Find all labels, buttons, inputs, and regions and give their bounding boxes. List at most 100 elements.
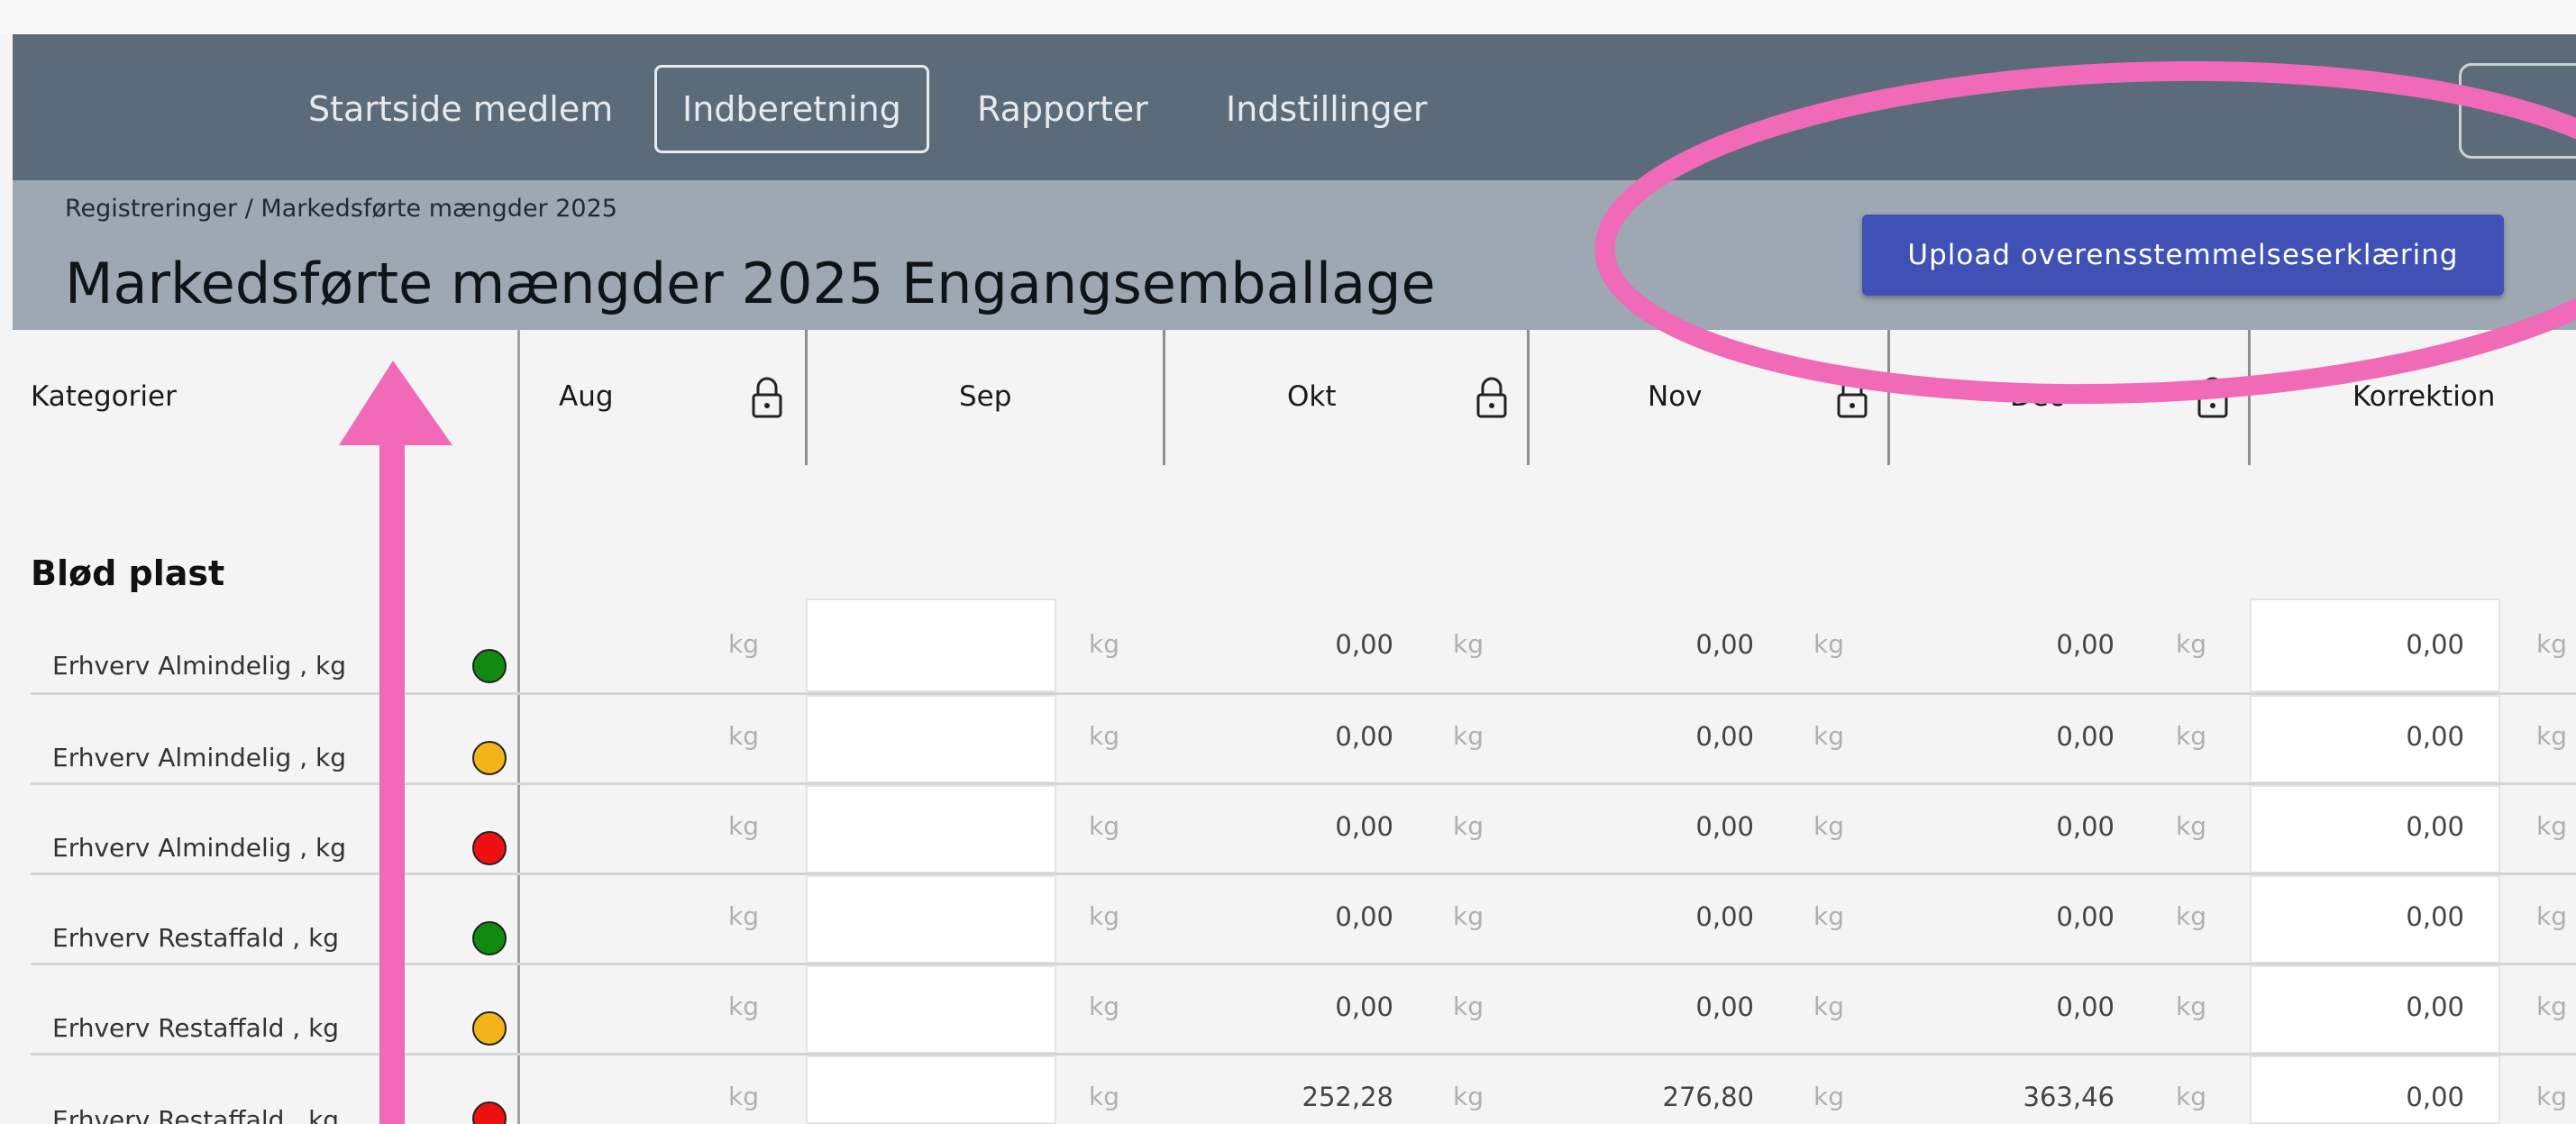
unit-label: kg [2176,811,2206,841]
unit-label: kg [1453,721,1484,751]
unit-label: kg [1453,991,1484,1021]
unit-label: kg [1813,901,1844,931]
sep-input[interactable] [806,965,1056,1054]
unit-label: kg [1813,721,1844,751]
unit-label: kg [1813,811,1844,841]
unit-label: kg [1813,991,1844,1021]
unit-label: kg [728,1082,759,1111]
dec-value: 0,00 [2056,991,2115,1022]
unit-label: kg [1089,721,1119,751]
unit-label: kg [1089,629,1119,659]
breadcrumb[interactable]: Registreringer / Markedsførte mængder 20… [65,195,617,223]
header-sep: Sep [959,380,1012,413]
status-green-icon [472,921,507,955]
unit-label: kg [1089,1082,1119,1111]
okt-value: 252,28 [1302,1082,1393,1112]
dec-value: 0,00 [2056,721,2115,752]
unit-label: kg [2176,991,2206,1021]
column-divider [1887,330,1890,465]
column-divider [2248,330,2251,465]
unit-label: kg [2176,629,2206,659]
sep-input[interactable] [806,875,1056,964]
nov-value: 0,00 [1695,901,1754,932]
sep-input[interactable] [806,599,1056,692]
row-divider [31,963,2576,965]
dec-value: 0,00 [2056,901,2115,932]
nav-account-button[interactable] [2459,63,2576,159]
okt-value: 0,00 [1335,901,1393,932]
status-yellow-icon [472,1011,507,1046]
column-divider [805,330,808,465]
okt-value: 0,00 [1335,991,1393,1022]
sep-input[interactable] [806,695,1056,783]
nav-indstillinger[interactable]: Indstillinger [1226,65,1428,153]
row-divider [31,692,2576,695]
unit-label: kg [2536,901,2567,931]
unit-label: kg [1453,1082,1484,1111]
top-strip [0,0,2576,34]
sep-input[interactable] [806,1055,1056,1124]
unit-label: kg [2536,991,2567,1021]
unit-label: kg [2536,721,2567,751]
status-red-icon [472,831,507,865]
okt-value: 0,00 [1335,721,1393,752]
sep-input[interactable] [806,785,1056,873]
row-divider [31,873,2576,875]
lock-icon [752,377,782,418]
dec-value: 363,46 [2023,1082,2115,1112]
dec-value: 0,00 [2056,811,2115,842]
unit-label: kg [1453,901,1484,931]
upload-declaration-button[interactable]: Upload overensstemmelseserklæring [1862,215,2504,296]
korrektion-value: 0,00 [2406,1082,2464,1112]
page-title: Markedsførte mængder 2025 Engangsemballa… [65,251,1436,316]
unit-label: kg [2176,721,2206,751]
status-green-icon [472,649,507,683]
unit-label: kg [728,991,759,1021]
unit-label: kg [1089,901,1119,931]
header-kategorier: Kategorier [31,380,177,413]
unit-label: kg [2536,1082,2567,1111]
unit-label: kg [1089,991,1119,1021]
unit-label: kg [1813,1082,1844,1111]
okt-value: 0,00 [1335,629,1393,660]
unit-label: kg [1089,811,1119,841]
header-korrektion: Korrektion [2352,380,2496,413]
nov-value: 0,00 [1695,811,1754,842]
unit-label: kg [728,629,759,659]
unit-label: kg [1813,629,1844,659]
header-okt: Okt [1287,380,1337,413]
header-aug: Aug [559,380,614,413]
row-label: Erhverv Almindelig , kg [52,833,346,863]
header-dec: Dec [2010,380,2064,413]
nav-indberetning[interactable]: Indberetning [654,65,929,153]
row-label: Erhverv Restaffald , kg [52,923,340,953]
nov-value: 0,00 [1695,991,1754,1022]
unit-label: kg [1453,811,1484,841]
row-divider [31,782,2576,785]
unit-label: kg [2536,811,2567,841]
header-nov: Nov [1648,380,1703,413]
nov-value: 276,80 [1662,1082,1754,1112]
lock-icon [1837,377,1868,418]
unit-label: kg [728,811,759,841]
korrektion-value: 0,00 [2406,811,2464,842]
column-divider [517,330,520,1124]
row-divider [31,1053,2576,1055]
row-label: Erhverv Almindelig , kg [52,743,346,772]
unit-label: kg [728,901,759,931]
row-label: Erhverv Almindelig , kg [52,651,346,681]
korrektion-value: 0,00 [2406,991,2464,1022]
section-heading: Blød plast [31,553,225,593]
unit-label: kg [2176,901,2206,931]
status-yellow-icon [472,741,507,775]
nav-startside-medlem[interactable]: Startside medlem [308,65,613,153]
nov-value: 0,00 [1695,721,1754,752]
unit-label: kg [2536,629,2567,659]
korrektion-value: 0,00 [2406,721,2464,752]
nav-rapporter[interactable]: Rapporter [977,65,1148,153]
row-label: Erhverv Restaffald , kg [52,1105,340,1124]
column-divider [1163,330,1165,465]
lock-icon [2197,377,2228,418]
unit-label: kg [1453,629,1484,659]
korrektion-value: 0,00 [2406,901,2464,932]
